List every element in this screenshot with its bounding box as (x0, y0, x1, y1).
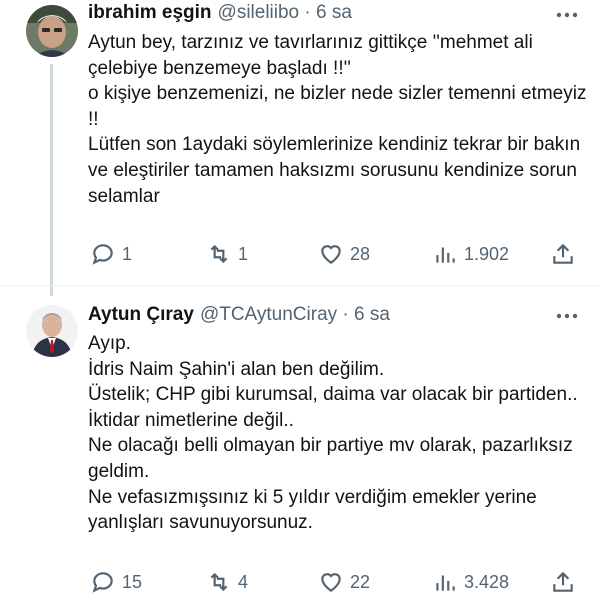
more-options-icon[interactable] (552, 306, 582, 326)
retweet-icon (210, 244, 228, 264)
like-count: 28 (350, 243, 371, 264)
thread-connector-line (50, 64, 53, 296)
reply-count: 1 (122, 243, 133, 264)
reply-count: 15 (122, 571, 143, 592)
heart-icon (321, 245, 341, 264)
views-count: 3.428 (464, 571, 510, 592)
tweet-divider (0, 285, 600, 286)
heart-icon (321, 573, 341, 592)
retweet-icon (210, 572, 228, 592)
views-count: 1.902 (464, 243, 510, 264)
views-button[interactable]: 3.428 (432, 569, 509, 595)
author-name[interactable]: Aytun Çıray (88, 304, 194, 326)
author-handle-time[interactable]: @TCAytunCiray · 6 sa (200, 304, 390, 326)
like-button[interactable]: 22 (318, 569, 370, 595)
retweet-button[interactable]: 4 (206, 569, 248, 595)
more-options-icon[interactable] (552, 5, 582, 25)
tweet-header: Aytun Çıray @TCAytunCiray · 6 sa (88, 304, 390, 330)
reply-icon (92, 244, 113, 265)
author-name[interactable]: ibrahim eşgin (88, 2, 212, 24)
share-button[interactable] (550, 569, 576, 595)
avatar-ibrahim[interactable] (26, 5, 78, 57)
share-icon (553, 243, 573, 264)
like-count: 22 (350, 571, 371, 592)
tweet-actions: 15 4 22 3.428 (82, 568, 582, 596)
share-button[interactable] (550, 241, 576, 267)
retweet-button[interactable]: 1 (206, 241, 248, 267)
like-button[interactable]: 28 (318, 241, 370, 267)
tweet-1[interactable]: ibrahim eşgin @sileliibo · 6 sa Aytun be… (0, 0, 600, 296)
views-icon (436, 247, 455, 263)
reply-icon (92, 572, 113, 593)
tweet-actions: 1 1 28 1.902 (82, 240, 582, 268)
reply-button[interactable]: 15 (90, 569, 142, 595)
views-icon (436, 575, 455, 591)
avatar-aytun[interactable] (26, 305, 78, 357)
share-icon (553, 571, 573, 592)
reply-button[interactable]: 1 (90, 241, 132, 267)
tweet-text: Aytun bey, tarzınız ve tavırlarınız gitt… (88, 32, 587, 207)
views-button[interactable]: 1.902 (432, 241, 509, 267)
tweet-text: Ayıp. İdris Naim Şahin'i alan ben değili… (88, 333, 578, 534)
tweet-header: ibrahim eşgin @sileliibo · 6 sa (88, 2, 352, 28)
retweet-count: 1 (238, 243, 249, 264)
retweet-count: 4 (238, 571, 249, 592)
tweet-2[interactable]: Aytun Çıray @TCAytunCiray · 6 sa Ayıp. İ… (0, 290, 600, 593)
author-handle-time[interactable]: @sileliibo · 6 sa (218, 2, 352, 24)
